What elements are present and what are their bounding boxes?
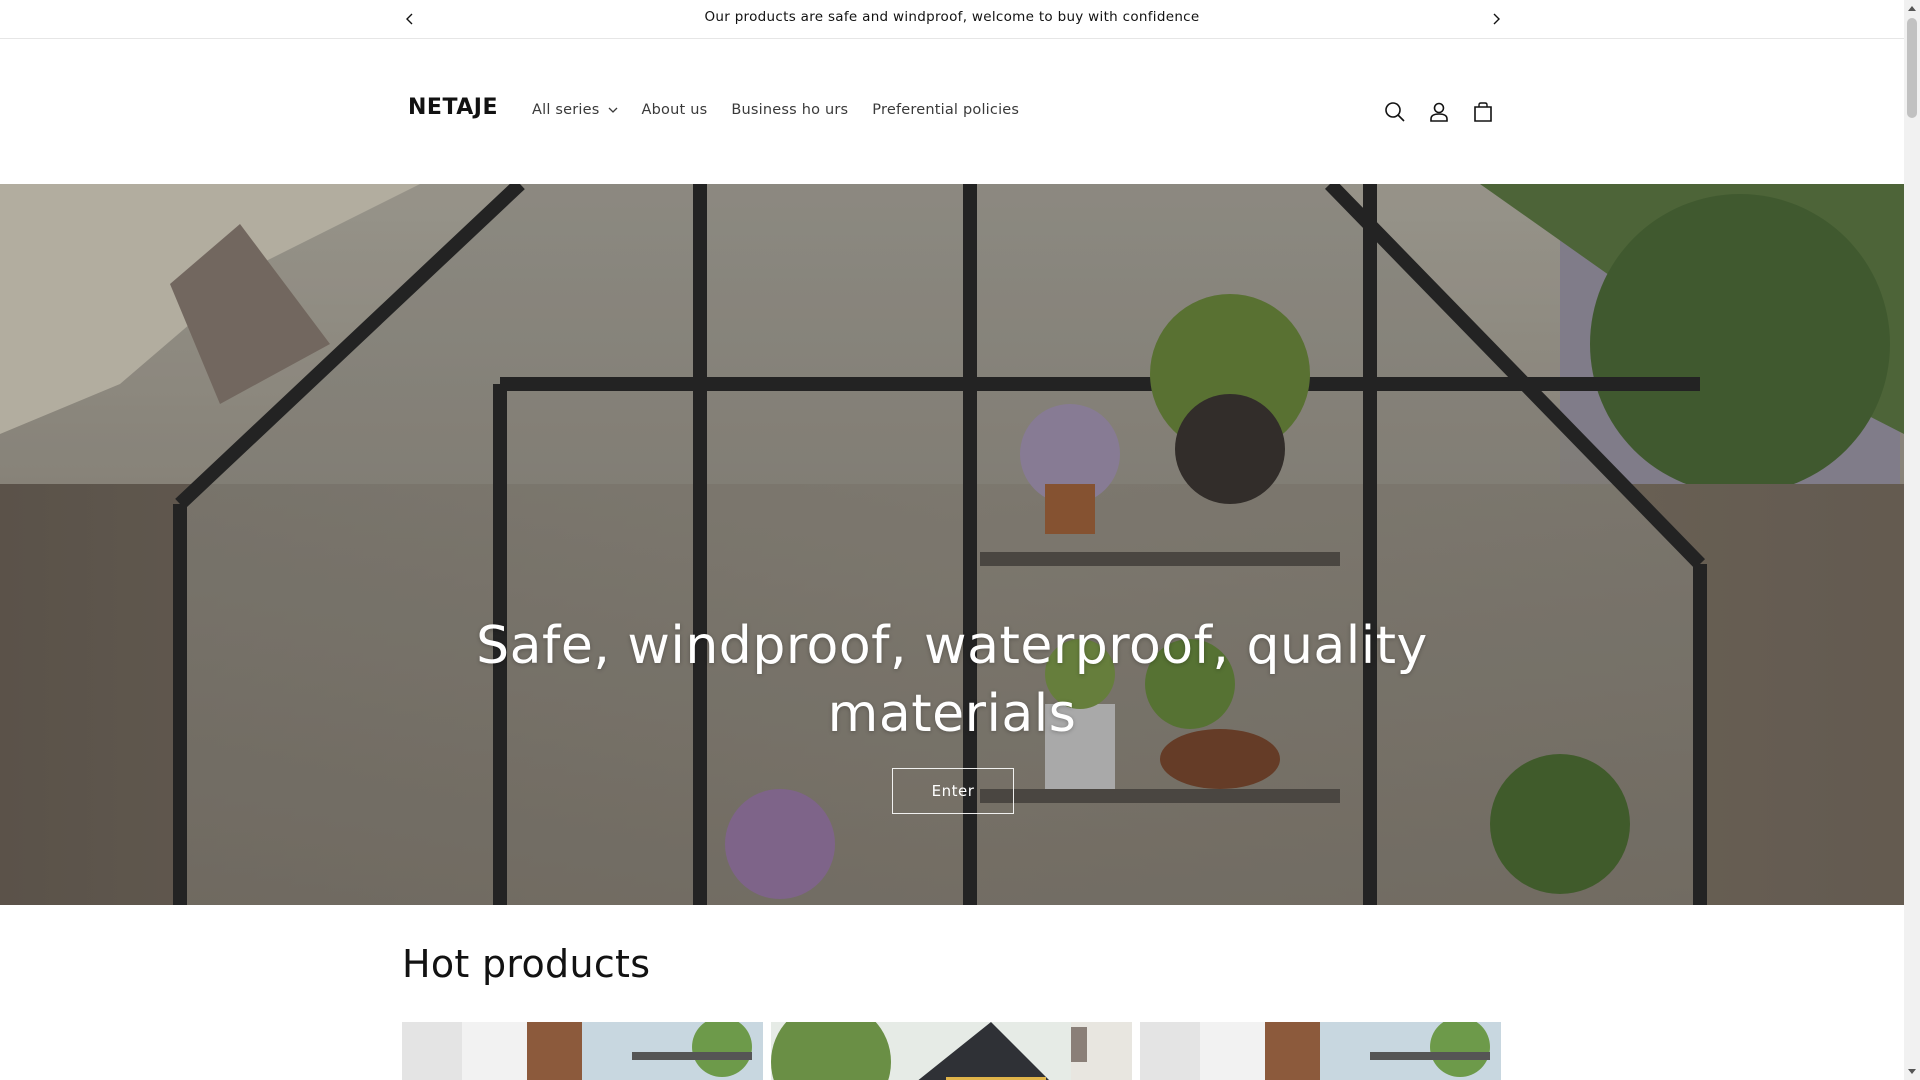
site-header: NETAJE All series About us Business ho u… [0,39,1904,184]
page: Our products are safe and windproof, wel… [0,0,1904,1080]
page-scrollbar[interactable] [1904,0,1920,1080]
scroll-up-icon[interactable] [1904,0,1920,16]
product-card[interactable] [771,1022,1132,1080]
nav-item-label: All series [532,102,600,118]
hero-title-line: materials [827,684,1077,744]
hero-banner: Safe, windproof, waterproof, quality mat… [0,184,1904,905]
site-logo[interactable]: NETAJE [408,95,498,120]
product-image [1140,1022,1501,1080]
product-card[interactable] [402,1022,763,1080]
enter-button[interactable]: Enter [892,768,1014,814]
account-button[interactable] [1427,100,1451,124]
cart-icon [1474,102,1492,122]
scroll-down-icon[interactable] [1904,1064,1920,1080]
product-image [402,1022,763,1080]
nav-item-all-series[interactable]: All series [532,102,618,118]
search-button[interactable] [1383,100,1407,124]
hero-title: Safe, windproof, waterproof, quality mat… [0,612,1904,748]
search-icon [1385,102,1405,122]
announcement-next-button[interactable] [1486,9,1506,29]
header-icons [1383,100,1495,124]
main-nav: All series About us Business ho urs Pref… [532,102,1043,118]
nav-item-label: Preferential policies [872,102,1020,118]
nav-item-about-us[interactable]: About us [642,102,708,118]
nav-item-preferential-policies[interactable]: Preferential policies [872,102,1019,118]
product-grid [402,1022,1501,1080]
announcement-bar: Our products are safe and windproof, wel… [0,0,1904,39]
chevron-right-icon [1493,13,1500,25]
nav-item-business-hours[interactable]: Business ho urs [731,102,848,118]
nav-item-label: Business ho urs [731,102,849,118]
cart-button[interactable] [1471,100,1495,124]
nav-item-label: About us [641,102,708,118]
scrollbar-thumb[interactable] [1907,18,1917,118]
account-icon [1430,102,1448,122]
hot-products-title: Hot products [402,942,651,986]
hero-title-line: Safe, windproof, waterproof, quality [476,616,1428,676]
chevron-down-icon [608,102,618,118]
announcement-message: Our products are safe and windproof, wel… [704,9,1200,25]
product-card[interactable] [1140,1022,1501,1080]
product-image [771,1022,1132,1080]
